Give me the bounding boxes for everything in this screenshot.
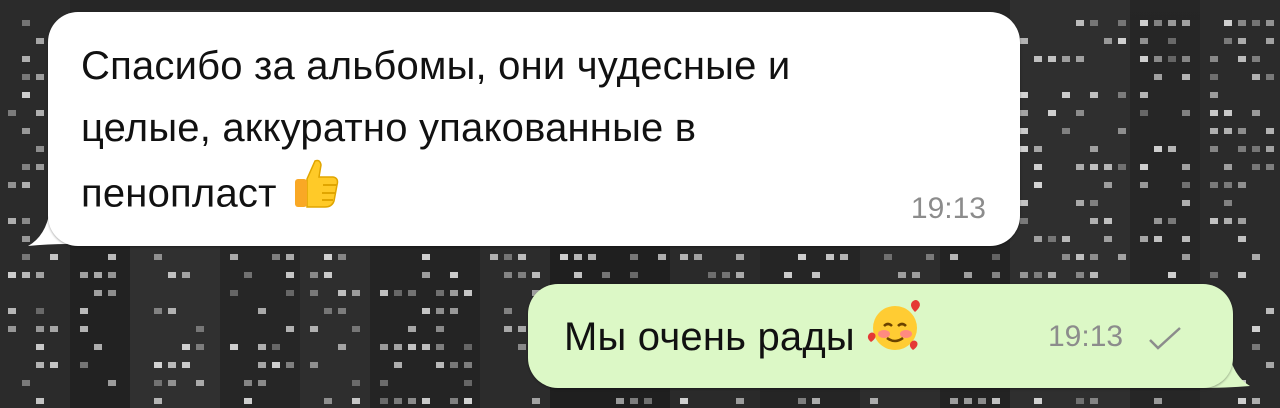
message-line: Спасибо за альбомы, они чудесные и — [81, 44, 791, 88]
message-line: целые, аккуратно упакованные в — [81, 106, 697, 150]
thumbs-up-icon — [287, 155, 343, 229]
message-line: пенопласт — [81, 159, 981, 233]
smiling-face-with-hearts-icon — [865, 296, 925, 374]
message-line-text: Мы очень рады — [564, 314, 855, 359]
message-line-text: пенопласт — [81, 171, 277, 216]
outgoing-message-text: Мы очень рады — [564, 300, 1034, 378]
message-timestamp: 19:13 — [910, 192, 986, 225]
message-timestamp: 19:13 — [1048, 320, 1124, 353]
outgoing-message-bubble[interactable]: Мы очень рады 19:13 — [528, 284, 1233, 388]
sent-check-icon — [1149, 327, 1181, 350]
incoming-message-text: Спасибо за альбомы, они чудесные и целые… — [81, 35, 981, 233]
incoming-message-bubble[interactable]: Спасибо за альбомы, они чудесные и целые… — [48, 12, 1020, 246]
